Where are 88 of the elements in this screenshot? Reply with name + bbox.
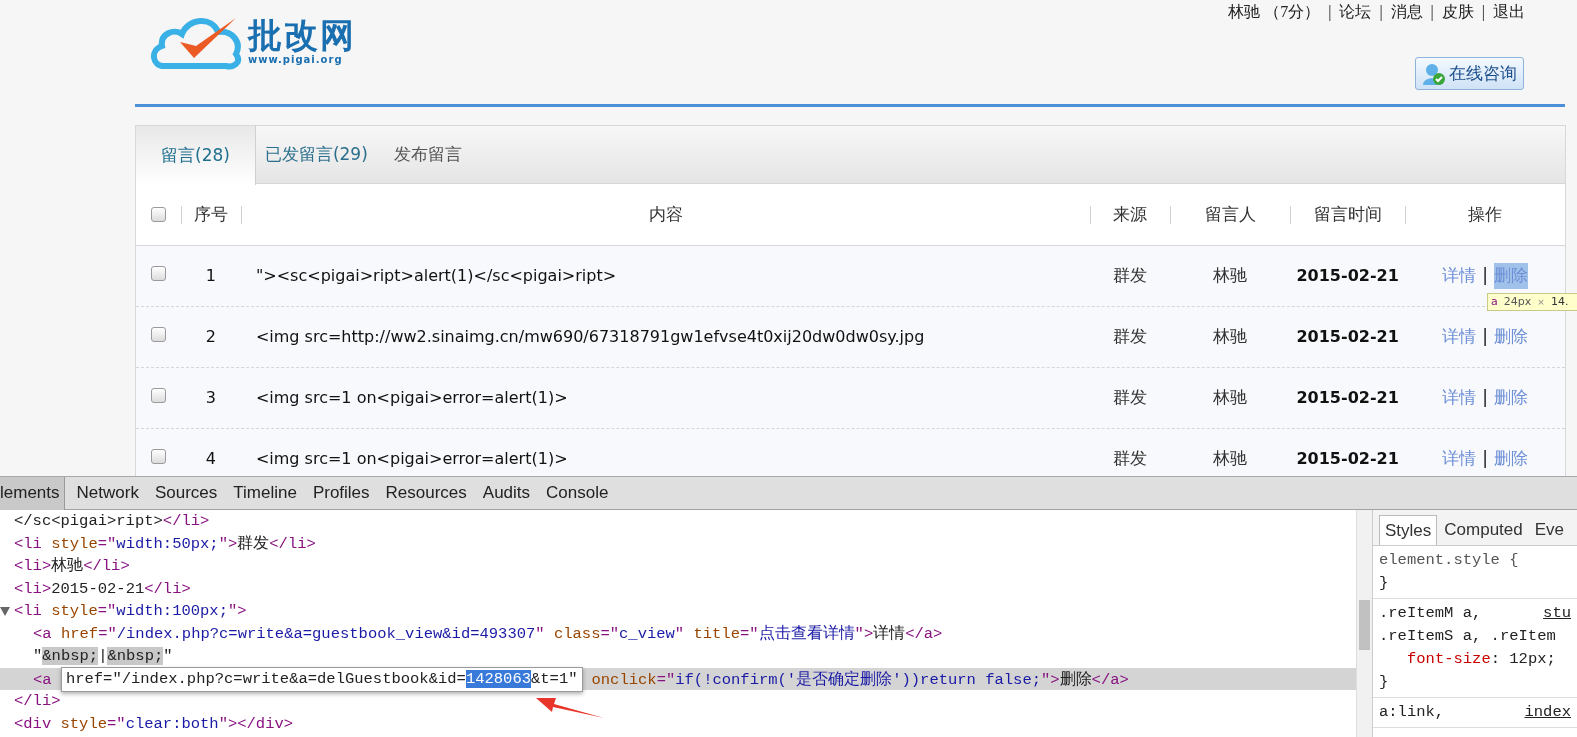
css-selector: element.style { — [1379, 550, 1519, 571]
column-header: 序号 — [193, 203, 228, 226]
user-link[interactable]: 林驰 （7分） — [1228, 0, 1321, 24]
checkbox[interactable] — [151, 207, 166, 222]
css-selector: } — [1379, 672, 1389, 693]
table-cell-text: 群发 — [1113, 265, 1148, 288]
devtools-tab[interactable]: lements — [0, 476, 65, 510]
table-cell-text: 2015-02-21 — [1296, 326, 1399, 348]
scrollbar-thumb[interactable] — [1359, 600, 1370, 650]
expand-triangle-icon[interactable] — [0, 607, 10, 617]
table-cell: <img src=1 on<pigai>error=alert(1)> — [255, 449, 568, 468]
checkbox[interactable] — [151, 387, 166, 403]
css-value: : 12px; — [1490, 649, 1556, 670]
code-line[interactable]: </li> — [0, 690, 1356, 713]
code-line[interactable]: <li style="width:100px;"> — [0, 600, 1356, 623]
tooltip-width: 24px — [1503, 294, 1532, 310]
table-cell-text: 林驰 — [1213, 326, 1248, 349]
tooltip-tag: a — [1491, 294, 1498, 311]
source-link[interactable]: stu — [1543, 602, 1571, 625]
href-tooltip: href="/index.php?c=write&a=delGuestbook&id=1428063&t=1" — [60, 666, 583, 692]
checkbox[interactable] — [151, 448, 166, 464]
column-header: 留言人 — [1204, 203, 1256, 226]
table-cell-text: 林驰 — [1213, 265, 1248, 288]
styles-tab[interactable]: Eve — [1529, 515, 1570, 545]
user-link[interactable]: 消息 — [1390, 0, 1423, 24]
separator-text: | — [1482, 386, 1488, 410]
source-link[interactable]: index — [1524, 701, 1571, 724]
code-line[interactable]: <div style="clear:both"></div> — [0, 712, 1356, 735]
code-line[interactable]: <li>2015-02-21</li> — [0, 577, 1356, 600]
checkbox[interactable] — [151, 265, 166, 281]
table-cell-text: 3 — [205, 387, 217, 409]
table-cell-text: 2 — [205, 326, 217, 348]
column-header: 留言时间 — [1313, 203, 1382, 226]
css-selector: .reItemM a, — [1379, 603, 1482, 624]
devtools-tab[interactable]: Audits — [474, 476, 539, 510]
devtools-tab[interactable]: Network — [68, 476, 147, 510]
user-link[interactable]: 论坛 — [1339, 0, 1372, 24]
logo-text: 批改网 — [248, 16, 356, 54]
separator-text: | — [1481, 2, 1485, 23]
separator-text: | — [1328, 2, 1332, 23]
devtools-tab[interactable]: Resources — [377, 476, 475, 510]
table-cell: <img src=http://ww2.sinaimg.cn/mw690/67318791gw1efvse4t0xij20dw0dw0sy.jpg — [255, 327, 925, 346]
devtools-tab[interactable]: Timeline — [225, 476, 305, 510]
styles-tab[interactable]: Computed — [1439, 515, 1528, 545]
css-selector: } — [1379, 573, 1389, 594]
logo-url: www.pigai.org — [248, 54, 344, 66]
table-cell-text: 2015-02-21 — [1296, 387, 1399, 409]
separator-text: | — [1379, 2, 1383, 23]
person-icon — [1422, 61, 1446, 86]
column-header: 来源 — [1113, 203, 1148, 226]
table-cell: <img src=1 on<pigai>error=alert(1)> — [255, 388, 568, 407]
table-cell-text: 林驰 — [1213, 387, 1248, 410]
code-line[interactable]: <li>林驰</li> — [0, 555, 1356, 578]
tooltip-height: 14. — [1550, 294, 1569, 310]
tooltip-times: × — [1537, 295, 1545, 309]
code-line[interactable]: <a href="/index.php?c=write&a=guestbook_view&id=493307" class="c_view" title="点击查看详情">详情</a> — [0, 622, 1356, 645]
table-cell-text: 群发 — [1113, 387, 1148, 410]
css-property: font-size — [1407, 649, 1491, 670]
table-cell-text: 群发 — [1113, 326, 1148, 349]
tab[interactable]: 已发留言(29) — [255, 126, 377, 184]
tab[interactable]: 发布留言 — [384, 126, 471, 184]
table-cell-text: 4 — [205, 448, 217, 470]
devtools-tab[interactable]: Sources — [146, 476, 226, 510]
column-header: 内容 — [648, 203, 683, 226]
table-cell-text: 林驰 — [1213, 448, 1248, 471]
table-cell-text: 2015-02-21 — [1296, 265, 1399, 287]
user-link[interactable]: 退出 — [1493, 0, 1525, 24]
checkbox[interactable] — [151, 326, 166, 342]
separator-text: | — [1430, 2, 1434, 23]
separator-text: | — [1482, 264, 1488, 288]
table-cell-text: 2015-02-21 — [1296, 448, 1399, 470]
user-link[interactable]: 皮肤 — [1441, 0, 1474, 24]
devtools-tab[interactable]: Console — [538, 476, 617, 510]
css-selector: .reItemS a, .reItem — [1379, 626, 1556, 647]
code-line[interactable]: "&nbsp;|&nbsp;" — [0, 645, 1356, 668]
column-header: 操作 — [1468, 203, 1503, 226]
styles-tab[interactable]: Styles — [1379, 515, 1438, 545]
code-line[interactable]: <li style="width:50px;">群发</li> — [0, 532, 1356, 555]
tab[interactable]: 留言(28) — [136, 126, 256, 185]
consult-button[interactable]: 在线咨询 — [1415, 57, 1524, 90]
devtools-tab[interactable]: Profiles — [304, 476, 378, 510]
separator-text: | — [1482, 447, 1488, 471]
table-cell: "><sc<pigai>ript>alert(1)</sc<pigai>ript> — [255, 266, 617, 285]
separator-text: | — [1482, 325, 1488, 349]
code-line[interactable]: </sc<pigai>ript></li> — [0, 510, 1356, 533]
css-selector: a:link, — [1379, 702, 1445, 723]
table-cell-text: 1 — [205, 265, 217, 287]
table-cell-text: 群发 — [1113, 448, 1148, 471]
